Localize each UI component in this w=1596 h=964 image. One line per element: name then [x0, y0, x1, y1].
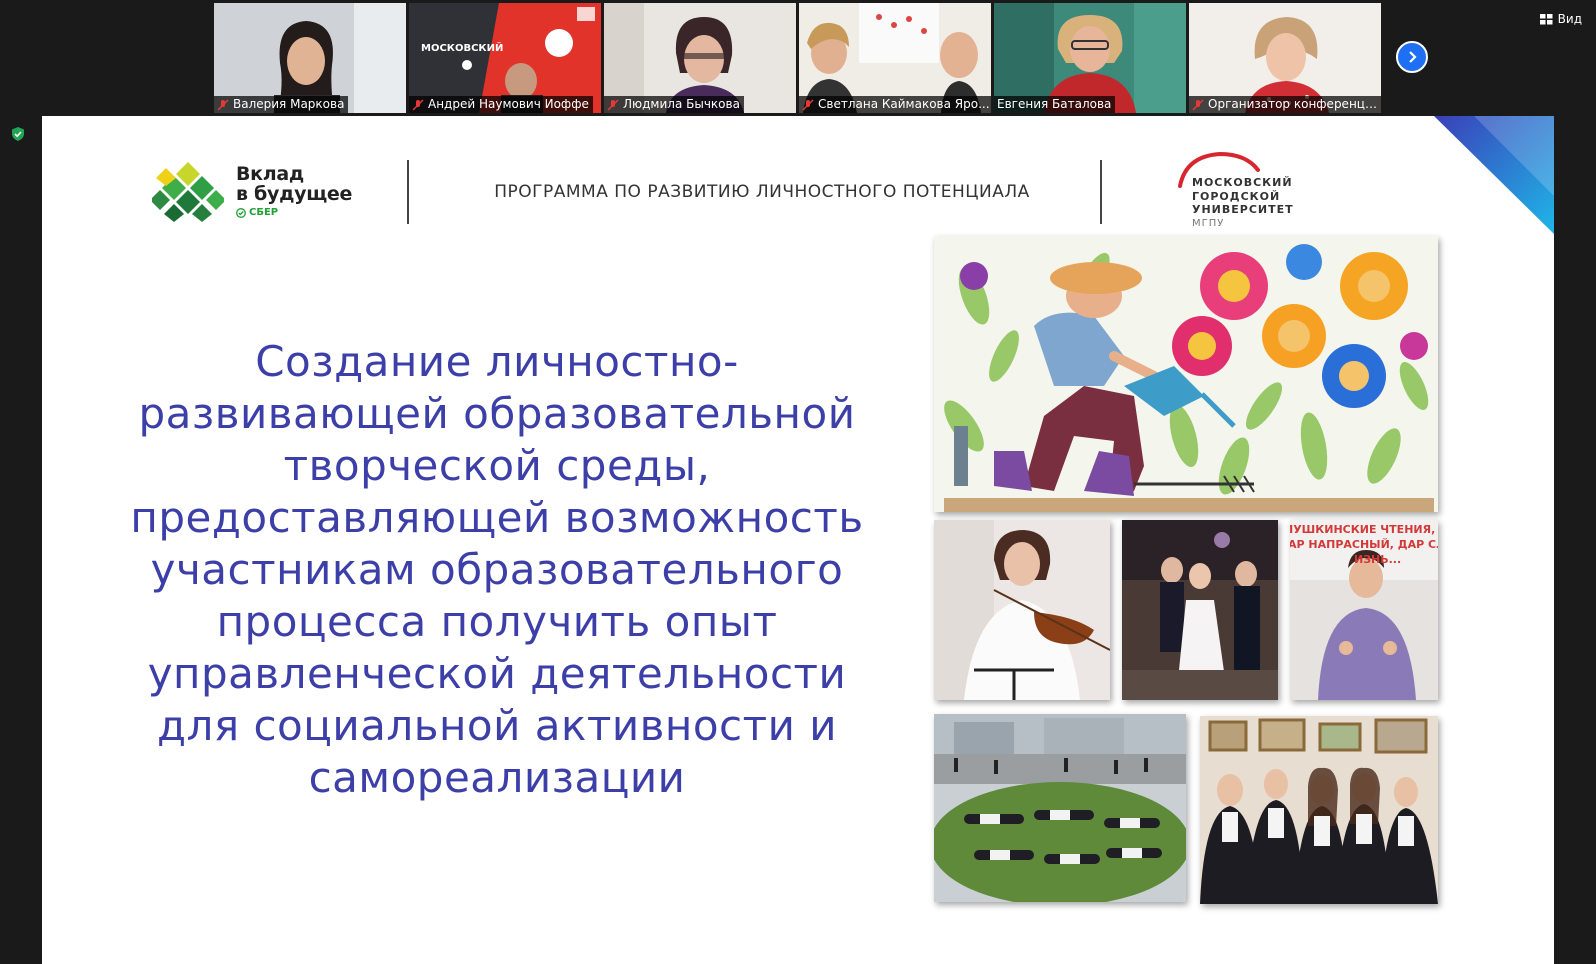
mic-muted-icon [802, 98, 814, 111]
university-name: МОСКОВСКИЙ ГОРОДСКОЙ УНИВЕРСИТЕТ МГПУ [1192, 176, 1294, 229]
participant-tile[interactable]: Валерия Маркова [214, 3, 406, 113]
mic-muted-icon [607, 98, 619, 111]
view-label: Вид [1557, 12, 1582, 26]
chevron-right-icon [1409, 51, 1417, 63]
participant-tile[interactable]: Людмила Бычкова [604, 3, 796, 113]
participant-tile[interactable]: Организатор конференции [1189, 3, 1381, 113]
diamond-logo-icon [152, 162, 224, 222]
sber-check-icon [236, 207, 246, 218]
participant-tile[interactable]: Светлана Каймакова Яро... [799, 3, 991, 113]
header-divider [1100, 160, 1102, 224]
participant-name: Организатор конференции [1208, 97, 1380, 111]
photo-students-on-grass [934, 714, 1186, 902]
painting-gardener-flowers [934, 236, 1438, 512]
program-title: ПРОГРАММА ПО РАЗВИТИЮ ЛИЧНОСТНОГО ПОТЕНЦ… [494, 182, 1030, 202]
participant-name-bar: Людмила Бычкова [604, 96, 744, 113]
participant-name-bar: Светлана Каймакова Яро... [799, 96, 991, 113]
participant-name-bar: Андрей Наумович Иоффе [409, 96, 593, 113]
participant-name-bar: Евгения Баталова [994, 96, 1116, 113]
mic-muted-icon [1192, 98, 1204, 111]
photo-group-gallery [1200, 716, 1438, 904]
photo-ball-dance [1122, 520, 1278, 700]
participant-tile-active-speaker[interactable]: Евгения Баталова [994, 3, 1186, 113]
photo-pushkin-readings: ПУШКИНСКИЕ ЧТЕНИЯ, 2 АР НАПРАСНЫЙ, ДАР С… [1290, 520, 1438, 700]
participant-strip: Валерия Маркова МОСКОВСКИЙ Андрей Наумов… [214, 3, 1381, 113]
participant-name-bar: Организатор конференции [1189, 96, 1381, 113]
view-button[interactable]: Вид [1539, 12, 1582, 26]
shield-check-icon[interactable] [10, 126, 26, 142]
participant-name: Евгения Баталова [997, 97, 1112, 111]
corner-decoration [1434, 116, 1554, 234]
header-divider [407, 160, 409, 224]
vklad-v-budushchee-logo: Вклад в будущее СБЕР [152, 160, 352, 222]
next-participants-button[interactable] [1396, 41, 1428, 73]
mic-muted-icon [217, 98, 229, 111]
logo-line-2: в будущее [236, 183, 353, 205]
photo-caption: ПУШКИНСКИЕ ЧТЕНИЯ, 2 АР НАПРАСНЫЙ, ДАР С… [1290, 523, 1438, 566]
shared-slide: Вклад в будущее СБЕР ПРОГРАММА ПО РАЗВИТ… [42, 116, 1554, 964]
participant-name: Андрей Наумович Иоффе [428, 97, 589, 111]
background-label: МОСКОВСКИЙ [421, 43, 504, 54]
participant-name: Светлана Каймакова Яро... [818, 97, 990, 111]
slide-main-text: Создание личностно- развивающей образова… [130, 337, 864, 802]
participant-name: Валерия Маркова [233, 97, 345, 111]
sber-label: СБЕР [236, 207, 352, 218]
participant-name-bar: Валерия Маркова [214, 96, 349, 113]
mic-muted-icon [412, 98, 424, 111]
participant-tile[interactable]: МОСКОВСКИЙ Андрей Наумович Иоффе [409, 3, 601, 113]
grid-view-icon [1539, 13, 1553, 24]
logo-line-1: Вклад [236, 163, 304, 185]
participant-name: Людмила Бычкова [623, 97, 740, 111]
mgpu-logo: МОСКОВСКИЙ ГОРОДСКОЙ УНИВЕРСИТЕТ МГПУ [1176, 152, 1316, 234]
photo-violinist [934, 520, 1110, 700]
